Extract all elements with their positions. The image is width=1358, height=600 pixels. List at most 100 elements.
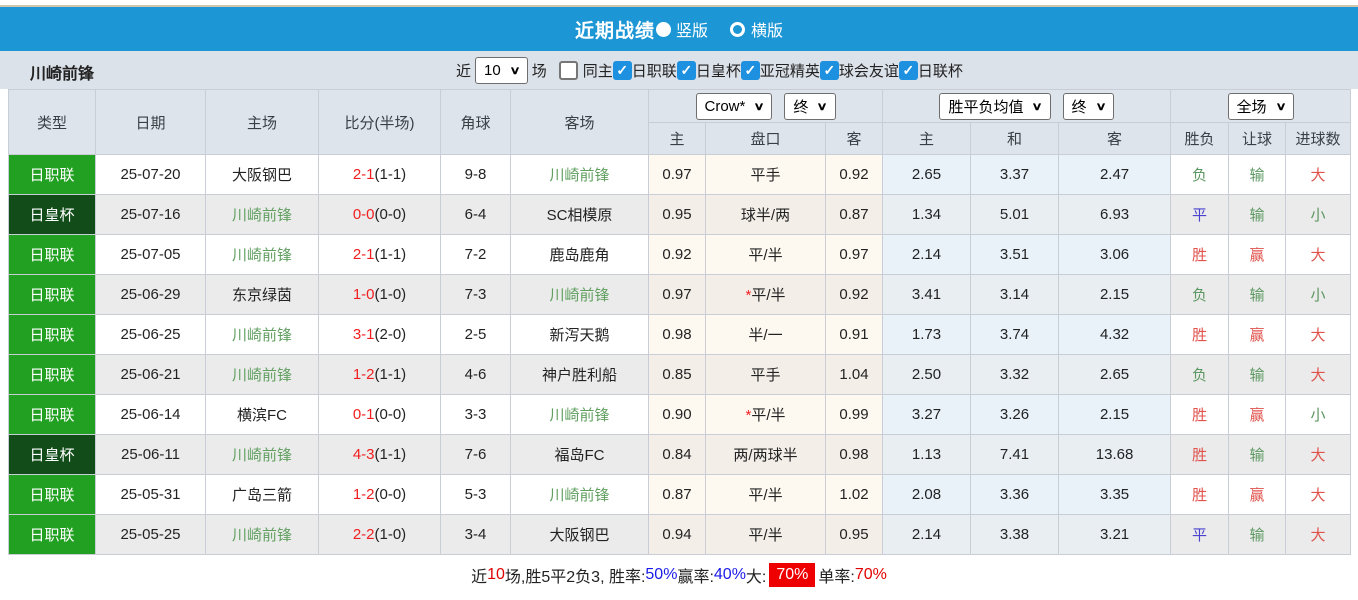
avg-odds-draw: 3.36 xyxy=(970,474,1060,515)
let-odds-away: 0.98 xyxy=(824,434,884,475)
odds-group-header: 胜平负均值 ∨ 终 ∨ xyxy=(882,89,1172,123)
home-team[interactable]: 东京绿茵 xyxy=(205,274,319,315)
corner-count: 3-3 xyxy=(440,394,511,435)
checkbox-checked-icon[interactable]: ✓ xyxy=(740,60,760,80)
summary-line: 近 10 场,胜5平2负3, 胜率: 50% 赢率: 40% 大: 70% 单率: 70% xyxy=(0,555,1358,595)
filter-checkbox-label[interactable]: 日职联 xyxy=(632,60,677,81)
avg-odds-away: 2.47 xyxy=(1058,154,1172,195)
match-date: 25-07-16 xyxy=(95,194,206,235)
near-label: 近 xyxy=(456,62,472,80)
result-wdl: 胜 xyxy=(1170,434,1230,475)
filter-checkbox-label[interactable]: 同主 xyxy=(583,60,613,81)
home-team[interactable]: 广岛三箭 xyxy=(205,474,319,515)
chevron-down-icon: ∨ xyxy=(816,100,829,113)
radio-vertical-label[interactable]: 竖版 xyxy=(676,17,708,41)
match-date: 25-05-25 xyxy=(95,514,206,555)
away-team[interactable]: 福岛FC xyxy=(510,434,649,475)
handicap-time-select[interactable]: 终 ∨ xyxy=(784,92,836,120)
away-team[interactable]: 新泻天鹅 xyxy=(510,314,649,355)
let-odds-away: 1.02 xyxy=(824,474,884,515)
odds-time-value: 终 xyxy=(1071,98,1087,116)
col-header-corner: 角球 xyxy=(440,89,511,155)
odds-time-select[interactable]: 终 ∨ xyxy=(1062,92,1114,120)
odds-type-select[interactable]: 胜平负均值 ∨ xyxy=(939,92,1051,120)
let-odds-away: 1.04 xyxy=(824,354,884,395)
filter-controls: 近 10 ∨ 场 同主 ✓ 日职联 ✓ 日皇杯 ✓ 亚冠精英 ✓ 球会友谊 ✓ 日联杯 xyxy=(452,51,963,89)
sub-header-goals: 进球数 xyxy=(1285,122,1352,155)
home-team[interactable]: 川崎前锋 xyxy=(205,194,319,235)
corner-count: 9-8 xyxy=(440,154,511,195)
filter-checkbox-item: ✓ 日联杯 xyxy=(898,60,963,81)
home-team[interactable]: 大阪钢巴 xyxy=(205,154,319,195)
radio-horizontal-unselected[interactable] xyxy=(730,21,745,37)
avg-odds-away: 3.06 xyxy=(1058,234,1172,275)
let-odds-home: 0.84 xyxy=(648,434,706,475)
col-header-home: 主场 xyxy=(205,89,319,155)
score-cell: 0-1(0-0) xyxy=(318,394,441,435)
chevron-down-icon: ∨ xyxy=(1274,100,1287,113)
sub-header-handicap: 盘口 xyxy=(705,122,826,155)
avg-odds-home: 2.14 xyxy=(882,514,972,555)
home-team[interactable]: 川崎前锋 xyxy=(205,434,319,475)
filter-checkbox-label[interactable]: 亚冠精英 xyxy=(760,60,820,81)
avg-odds-draw: 3.74 xyxy=(970,314,1060,355)
section-title-bar: 近期战绩 竖版 横版 xyxy=(0,7,1358,51)
home-team[interactable]: 横滨FC xyxy=(205,394,319,435)
away-team[interactable]: 川崎前锋 xyxy=(510,474,649,515)
score-cell: 2-1(1-1) xyxy=(318,234,441,275)
avg-odds-away: 13.68 xyxy=(1058,434,1172,475)
home-team[interactable]: 川崎前锋 xyxy=(205,314,319,355)
away-team[interactable]: 神户胜利船 xyxy=(510,354,649,395)
layout-radio-group: 竖版 横版 xyxy=(655,17,783,41)
filter-checkbox-label[interactable]: 日皇杯 xyxy=(696,60,741,81)
filter-checkbox-label[interactable]: 日联杯 xyxy=(918,60,963,81)
score-cell: 1-2(1-1) xyxy=(318,354,441,395)
match-row: 日职联 25-05-31 广岛三箭 1-2(0-0) 5-3 川崎前锋 0.87 平/半 1.0… xyxy=(8,474,1352,515)
competition-badge: 日职联 xyxy=(8,314,96,355)
col-header-away: 客场 xyxy=(510,89,649,155)
checkbox-checked-icon[interactable]: ✓ xyxy=(819,60,839,80)
result-let: 输 xyxy=(1228,194,1287,235)
away-team[interactable]: 大阪钢巴 xyxy=(510,514,649,555)
away-team[interactable]: 川崎前锋 xyxy=(510,274,649,315)
away-team[interactable]: 川崎前锋 xyxy=(510,154,649,195)
checkbox-checked-icon[interactable]: ✓ xyxy=(676,60,696,80)
avg-odds-home: 1.73 xyxy=(882,314,972,355)
home-team[interactable]: 川崎前锋 xyxy=(205,514,319,555)
handicap-line: 半/一 xyxy=(705,314,826,355)
sub-header-wdl: 胜负 xyxy=(1170,122,1230,155)
result-goals: 大 xyxy=(1285,154,1352,195)
corner-count: 2-5 xyxy=(440,314,511,355)
scope-select[interactable]: 全场 ∨ xyxy=(1227,92,1294,120)
let-odds-away: 0.95 xyxy=(824,514,884,555)
filter-checkbox-label[interactable]: 球会友谊 xyxy=(839,60,899,81)
handicap-time-value: 终 xyxy=(793,98,809,116)
radio-horizontal-label[interactable]: 横版 xyxy=(751,17,783,41)
match-date: 25-05-31 xyxy=(95,474,206,515)
avg-odds-draw: 3.26 xyxy=(970,394,1060,435)
handicap-line: *平/半 xyxy=(705,274,826,315)
checkbox-checked-icon[interactable]: ✓ xyxy=(898,60,918,80)
away-team[interactable]: 鹿岛鹿角 xyxy=(510,234,649,275)
away-team[interactable]: SC相模原 xyxy=(510,194,649,235)
handicap-line: 平/半 xyxy=(705,234,826,275)
bookmaker-select[interactable]: Crow* ∨ xyxy=(695,92,773,120)
match-row: 日职联 25-06-29 东京绿茵 1-0(1-0) 7-3 川崎前锋 0.97 *平/半 0.… xyxy=(8,274,1352,315)
radio-vertical-selected[interactable] xyxy=(655,21,671,37)
home-team[interactable]: 川崎前锋 xyxy=(205,234,319,275)
checkbox-checked-icon[interactable]: ✓ xyxy=(612,60,632,80)
avg-odds-home: 2.14 xyxy=(882,234,972,275)
result-let: 赢 xyxy=(1228,474,1287,515)
corner-count: 4-6 xyxy=(440,354,511,395)
score-cell: 2-2(1-0) xyxy=(318,514,441,555)
competition-badge: 日职联 xyxy=(8,154,96,195)
checkbox-unchecked-icon[interactable] xyxy=(558,60,578,80)
away-team[interactable]: 川崎前锋 xyxy=(510,394,649,435)
result-let: 输 xyxy=(1228,354,1287,395)
match-count-select[interactable]: 10 ∨ xyxy=(475,56,528,84)
avg-odds-away: 2.15 xyxy=(1058,394,1172,435)
sub-header-let-home: 主 xyxy=(648,122,706,155)
col-header-type: 类型 xyxy=(8,89,96,155)
summary-segment: 70% xyxy=(769,563,816,587)
home-team[interactable]: 川崎前锋 xyxy=(205,354,319,395)
